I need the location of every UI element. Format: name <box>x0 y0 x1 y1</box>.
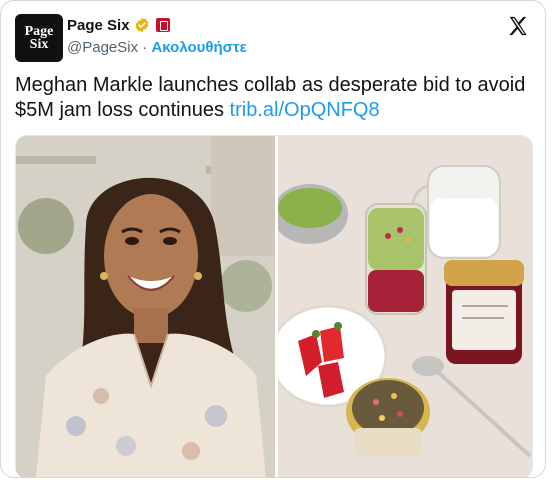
tweet-text: Meghan Markle launches collab as despera… <box>15 73 535 123</box>
author-handle-row: @PageSix · Ακολουθήστε <box>67 39 247 56</box>
photo-woman-portrait[interactable] <box>16 136 278 477</box>
tweet-link[interactable]: trib.al/OpQNFQ8 <box>230 99 380 121</box>
affiliate-badge-icon[interactable] <box>155 18 170 32</box>
author-name-row: Page Six <box>67 15 170 35</box>
author-handle[interactable]: @PageSix <box>67 39 138 56</box>
x-logo-icon[interactable] <box>507 15 529 37</box>
author-name[interactable]: Page Six <box>67 17 130 34</box>
avatar[interactable]: Page Six <box>15 14 63 62</box>
woman-portrait-illustration <box>16 136 278 477</box>
tweet-card[interactable]: Page Six Page Six @PageSix · Ακολουθήστε… <box>0 0 546 478</box>
photo-jam-products[interactable] <box>268 136 532 477</box>
avatar-text-line2: Six <box>29 37 49 52</box>
follow-button[interactable]: Ακολουθήστε <box>151 39 246 56</box>
jam-products-illustration <box>268 136 532 477</box>
verified-badge-icon <box>135 17 149 33</box>
tweet-media[interactable] <box>15 135 533 477</box>
separator-dot: · <box>142 39 148 56</box>
